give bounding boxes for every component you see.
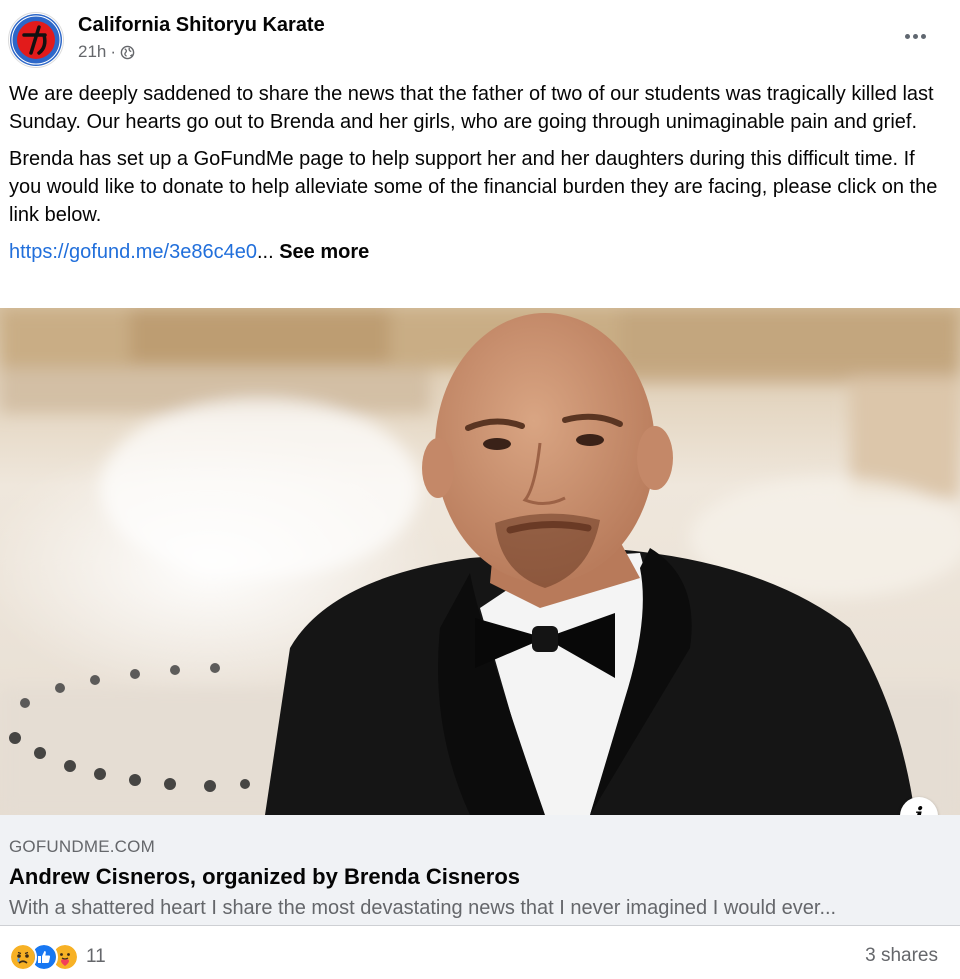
link-domain: GOFUNDME.COM bbox=[9, 837, 155, 856]
ellipsis: ... bbox=[256, 241, 274, 263]
post-link-line: https://gofund.me/3e86c4e0... See more bbox=[9, 238, 944, 266]
meta-separator: · bbox=[110, 42, 117, 61]
globe-icon bbox=[120, 45, 135, 59]
sad-reaction-icon bbox=[9, 943, 37, 971]
reaction-count[interactable]: 11 bbox=[86, 946, 106, 968]
link-title[interactable]: Andrew Cisneros, organized by Brenda Cis… bbox=[9, 864, 520, 890]
post-meta: 21h · bbox=[78, 42, 135, 62]
more-dot-icon bbox=[912, 33, 918, 39]
link-preview-card[interactable]: i GOFUNDME.COM Andrew Cisneros, organize… bbox=[0, 308, 960, 926]
page-avatar[interactable] bbox=[8, 12, 64, 68]
more-options-button[interactable] bbox=[900, 24, 930, 48]
more-dot-icon bbox=[920, 33, 926, 39]
portrait-photo bbox=[0, 308, 960, 815]
post-footer: 11 3 shares bbox=[0, 935, 960, 979]
see-more-button[interactable]: See more bbox=[279, 241, 369, 263]
page-name[interactable]: California Shitoryu Karate bbox=[78, 14, 325, 37]
link-preview-image[interactable]: i bbox=[0, 308, 960, 815]
link-preview-meta[interactable]: GOFUNDME.COM Andrew Cisneros, organized … bbox=[0, 815, 960, 926]
post-header: California Shitoryu Karate 21h · bbox=[0, 0, 960, 78]
info-icon: i bbox=[915, 803, 923, 815]
post-time[interactable]: 21h bbox=[78, 42, 106, 62]
link-description: With a shattered heart I share the most … bbox=[9, 897, 837, 919]
post-paragraph: Brenda has set up a GoFundMe page to hel… bbox=[9, 148, 938, 226]
shares-count[interactable]: 3 shares bbox=[865, 945, 938, 967]
post-paragraph: We are deeply saddened to share the news… bbox=[9, 83, 934, 133]
reactions-summary[interactable]: 11 bbox=[9, 943, 106, 971]
more-dot-icon bbox=[904, 33, 910, 39]
post-text: We are deeply saddened to share the news… bbox=[9, 80, 944, 266]
karate-logo-icon bbox=[10, 14, 62, 66]
gofundme-link[interactable]: https://gofund.me/3e86c4e0 bbox=[9, 241, 257, 263]
